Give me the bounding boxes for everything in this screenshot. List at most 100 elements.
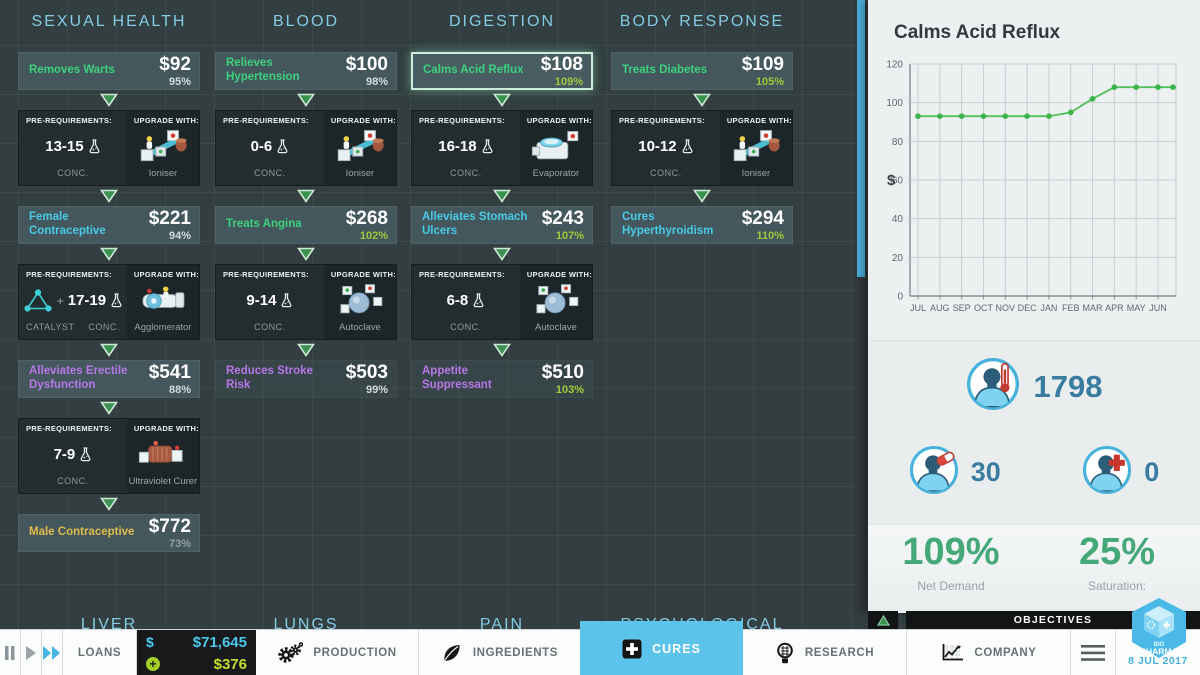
tab-production[interactable]: PRODUCTION — [256, 630, 418, 675]
lightbulb-icon — [777, 642, 793, 663]
tab-ingredients[interactable]: INGREDIENTS — [418, 630, 580, 675]
flask-icon — [482, 139, 493, 154]
upgrade-label: UPGRADE WITH: — [526, 270, 592, 279]
arrow-cell — [18, 343, 200, 357]
objectives-toggle-button[interactable] — [868, 611, 898, 629]
machine-name: Autoclave — [535, 322, 577, 333]
cure-price: $772 — [148, 515, 191, 537]
cure-demand-pct: 98% — [365, 75, 388, 88]
cure-card-treats-diabetes[interactable]: Treats Diabetes $109 105% — [611, 52, 793, 90]
cure-name: Calms Acid Reflux — [423, 64, 524, 77]
tab-company[interactable]: COMPANY — [906, 630, 1070, 675]
pre-requirements: PRE-REQUIREMENTS: 10-12 CONC. — [612, 111, 720, 185]
svg-text:$: $ — [887, 172, 896, 189]
downstream-arrow-icon — [693, 189, 711, 203]
line-chart-svg: 020406080100120$JUL AUG SEP OCT NOV DEC JAN FEB… — [886, 60, 1177, 313]
triangle-up-icon — [876, 614, 890, 626]
cure-demand-pct: 99% — [365, 383, 388, 396]
cure-price: $92 — [159, 53, 191, 75]
cure-card-appetite-suppressant[interactable]: Appetite Suppressant $510 103% — [411, 360, 593, 398]
cure-card-treats-angina[interactable]: Treats Angina $268 102% — [215, 206, 397, 244]
conc-range: 16-18 — [438, 138, 477, 155]
tab-company-label: COMPANY — [974, 646, 1037, 659]
panel-scrollbar-thumb[interactable] — [857, 0, 865, 277]
cure-card-cures-hyperthyroidism[interactable]: Cures Hyperthyroidism $294 110% — [611, 206, 793, 244]
arrow-cell — [611, 93, 793, 107]
play-icon — [26, 645, 36, 660]
downstream-arrow-icon — [493, 343, 511, 357]
evaporator-machine-icon — [531, 130, 579, 159]
net-demand-label: Net Demand — [917, 579, 985, 593]
cure-values: $108 109% — [541, 55, 583, 88]
machine-name: Agglomerator — [134, 322, 192, 333]
prereq-label: PRE-REQUIREMENTS: — [419, 116, 505, 125]
upgrade-label: UPGRADE WITH: — [726, 116, 792, 125]
tab-cures-label: CURES — [652, 641, 701, 656]
cure-card-alleviates-erectile-dysfunction[interactable]: Alleviates Erectile Dysfunction $541 88% — [18, 360, 200, 398]
cure-name: Treats Diabetes — [622, 64, 708, 77]
pre-requirements: PRE-REQUIREMENTS: 13-15 CONC. — [19, 111, 127, 185]
cure-price: $268 — [345, 207, 388, 229]
cure-demand-pct: 105% — [755, 75, 784, 88]
upgrade-label: UPGRADE WITH: — [133, 270, 199, 279]
cure-demand-pct: 94% — [168, 229, 191, 242]
machine-name: Ioniser — [345, 168, 375, 179]
cure-name: Cures Hyperthyroidism — [622, 211, 714, 237]
column-header-sexual-health: SEXUAL HEALTH — [31, 13, 187, 30]
upgrade-label: UPGRADE WITH: — [133, 116, 199, 125]
downstream-arrow-icon — [297, 93, 315, 107]
pre-requirements: PRE-REQUIREMENTS: 7-9 CONC. — [19, 419, 127, 493]
tab-research[interactable]: RESEARCH — [743, 630, 906, 675]
arrow-cell — [215, 247, 397, 261]
ioniser-machine-icon — [337, 129, 384, 161]
cure-card-reduces-stroke-risk[interactable]: Reduces Stroke Risk $503 99% — [215, 360, 397, 398]
flask-icon — [89, 139, 100, 154]
plus-separator: + — [56, 293, 64, 308]
cure-name: Removes Warts — [29, 64, 115, 77]
svg-text:120: 120 — [886, 60, 903, 71]
cure-price: $243 — [541, 207, 584, 229]
pre-requirements: PRE-REQUIREMENTS: 9-14 CONC. — [216, 265, 324, 339]
conc-label: CONC. — [450, 168, 482, 178]
flask-icon — [277, 139, 288, 154]
pre-requirements: PRE-REQUIREMENTS: 0-6 CONC. — [216, 111, 324, 185]
cure-card-calms-acid-reflux[interactable]: Calms Acid Reflux $108 109% — [411, 52, 593, 90]
cure-card-male-contraceptive[interactable]: Male Contraceptive $772 73% — [18, 514, 200, 552]
pause-button[interactable] — [0, 630, 21, 675]
conc-row: 13-15 — [19, 125, 127, 168]
machine-name: Autoclave — [339, 322, 381, 333]
cure-card-female-contraceptive[interactable]: Female Contraceptive $221 94% — [18, 206, 200, 244]
column-header-blood: BLOOD — [272, 13, 339, 30]
saturation-value: 25% — [1078, 531, 1156, 573]
income-value: $376 — [213, 655, 247, 673]
arrow-cell — [215, 189, 397, 203]
svg-text:0: 0 — [897, 292, 903, 303]
cure-card-relieves-hypertension[interactable]: Relieves Hypertension $100 98% — [215, 52, 397, 90]
plus-circle-icon: + — [146, 657, 160, 671]
arrow-cell — [18, 247, 200, 261]
arrow-cell — [18, 189, 200, 203]
downstream-arrow-icon — [100, 343, 118, 357]
conc-row: 7-9 — [19, 433, 127, 476]
cure-values: $100 98% — [346, 55, 388, 88]
price-history-section: Calms Acid Reflux 0 20 40 60 80 100 120 $ JUL AUG… — [868, 0, 1200, 340]
ioniser-machine-icon — [733, 129, 780, 161]
upgrade-with: UPGRADE WITH: Ultraviolet Curer — [126, 419, 199, 493]
upgrade-with: UPGRADE WITH: Autoclave — [519, 265, 592, 339]
conc-label: CONC. — [57, 476, 89, 486]
flask-icon — [80, 447, 91, 462]
menu-button[interactable] — [1070, 630, 1116, 675]
upgrade-with: UPGRADE WITH: Evaporator — [519, 111, 592, 185]
cure-card-alleviates-stomach-ulcers[interactable]: Alleviates Stomach Ulcers $243 107% — [411, 206, 593, 244]
conc-label: CONC. — [254, 168, 286, 178]
cure-card-removes-warts[interactable]: Removes Warts $92 95% — [18, 52, 200, 90]
tab-cures[interactable]: CURES — [580, 621, 743, 675]
conc-row: 10-12 — [612, 125, 720, 168]
upgrade-link-ultraviolet-curer: PRE-REQUIREMENTS: 7-9 CONC. UPGRADE WITH: U… — [18, 418, 200, 494]
prereq-label: PRE-REQUIREMENTS: — [26, 116, 112, 125]
loans-button[interactable]: LOANS — [63, 630, 137, 675]
prereq-label: PRE-REQUIREMENTS: — [26, 270, 112, 279]
play-button[interactable] — [21, 630, 42, 675]
treated-count: 30 — [970, 457, 1001, 487]
fast-forward-button[interactable] — [42, 630, 63, 675]
